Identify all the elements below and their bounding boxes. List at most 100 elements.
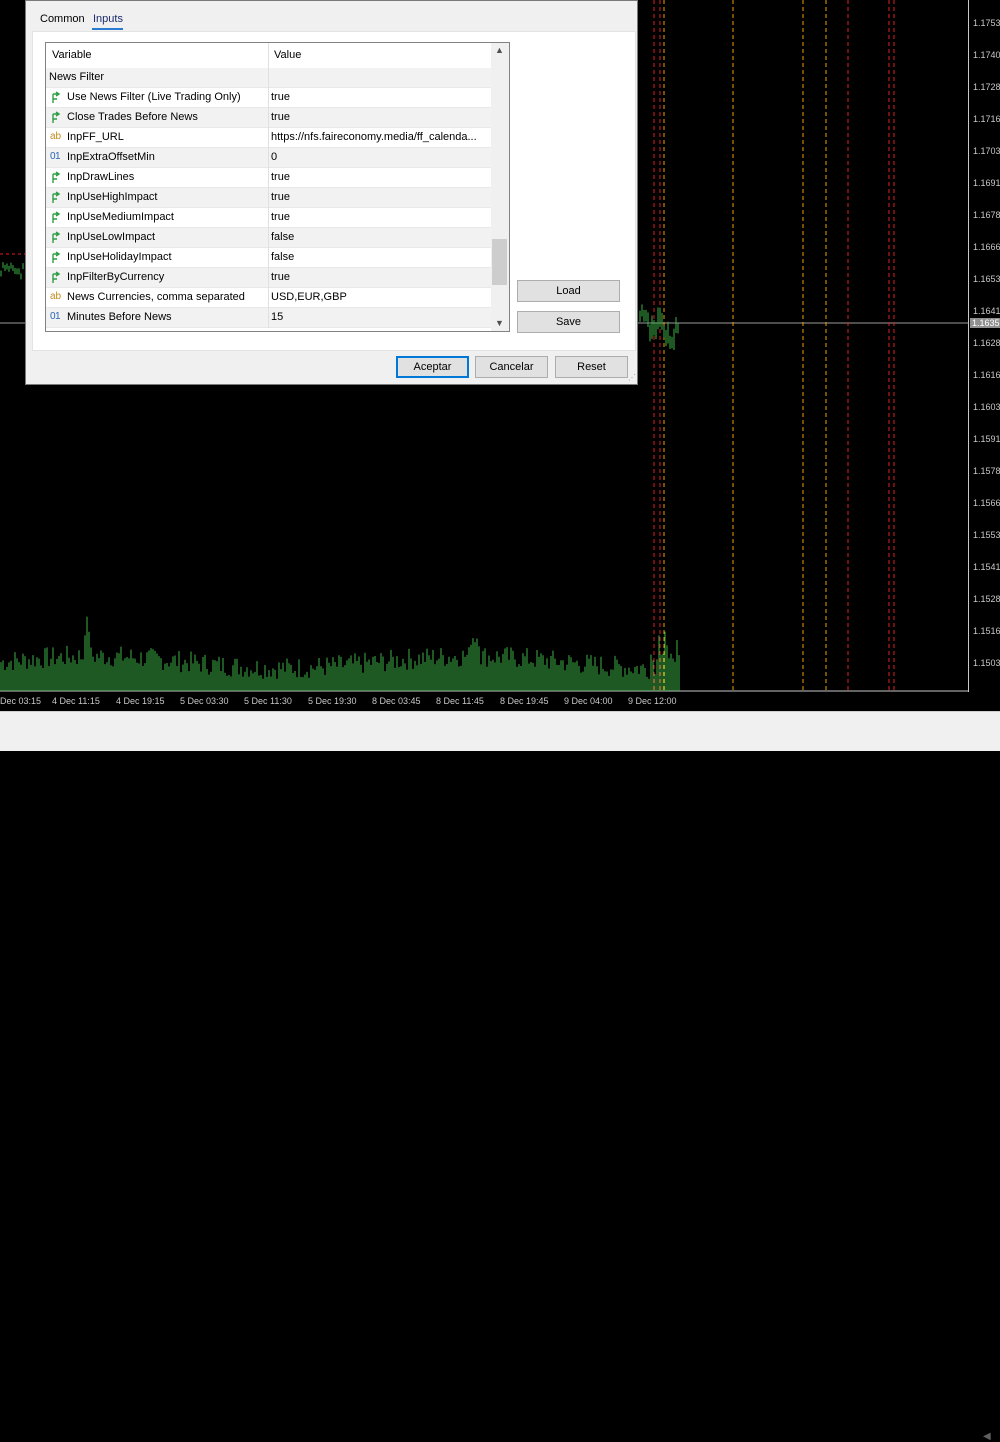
cell-divider — [268, 68, 269, 88]
variable-value[interactable]: false — [271, 251, 489, 263]
cell-divider — [268, 308, 269, 328]
price-tick-label: 1.1691 — [973, 178, 1000, 188]
grid-row[interactable]: Use News Filter (Live Trading Only) true — [46, 88, 491, 108]
ok-button[interactable]: Aceptar — [396, 356, 469, 378]
scroll-up-icon[interactable]: ▲ — [495, 45, 504, 55]
variable-value[interactable]: true — [271, 191, 489, 203]
grid-row[interactable]: InpUseHolidayImpact false — [46, 248, 491, 268]
inputs-dialog: Common Inputs Variable Value News Filter… — [25, 0, 638, 385]
cell-divider — [268, 248, 269, 268]
cell-divider — [268, 108, 269, 128]
variable-name: Use News Filter (Live Trading Only) — [67, 91, 241, 103]
price-tick-label: 1.1616 — [973, 370, 1000, 380]
bool-arrow-icon — [50, 191, 64, 204]
bool-arrow-icon — [50, 271, 64, 284]
scroll-down-icon[interactable]: ▼ — [495, 318, 504, 328]
grid-header: Variable Value — [46, 43, 491, 69]
grid-row[interactable]: InpFilterByCurrency true — [46, 268, 491, 288]
bool-arrow-icon — [50, 211, 64, 224]
01-int-icon: 01 — [50, 151, 61, 162]
variable-value[interactable]: true — [271, 271, 489, 283]
price-tick-label: 1.1666 — [973, 242, 1000, 252]
price-tick-label: 1.1753 — [973, 18, 1000, 28]
ab-string-icon: ab — [50, 291, 62, 302]
tab-inputs[interactable]: Inputs — [93, 13, 123, 25]
time-tick-label: 9 Dec 12:00 — [628, 696, 677, 706]
active-tab-indicator — [92, 28, 123, 30]
column-divider[interactable] — [268, 43, 269, 68]
cancel-button[interactable]: Cancelar — [475, 356, 548, 378]
price-tick-label: 1.1628 — [973, 338, 1000, 348]
grid-scrollbar[interactable]: ▲ ▼ — [491, 43, 509, 331]
time-tick-label: 8 Dec 11:45 — [436, 696, 484, 706]
price-tick-label: 1.1528 — [973, 594, 1000, 604]
price-tick-label: 1.1578 — [973, 466, 1000, 476]
time-tick-label: 4 Dec 19:15 — [116, 696, 165, 706]
column-header-variable[interactable]: Variable — [52, 49, 92, 61]
price-tick-label: 1.1591 — [973, 434, 1000, 444]
variable-value[interactable]: true — [271, 111, 489, 123]
tab-common[interactable]: Common — [40, 13, 85, 25]
cell-divider — [268, 88, 269, 108]
cell-divider — [268, 228, 269, 248]
variable-name: Minutes Before News — [67, 311, 172, 323]
cell-divider — [268, 208, 269, 228]
variable-name: InpFilterByCurrency — [67, 271, 165, 283]
save-button[interactable]: Save — [517, 311, 620, 333]
grid-row[interactable] — [46, 328, 491, 331]
grid-row[interactable]: Close Trades Before News true — [46, 108, 491, 128]
resize-grip-icon[interactable]: ⋰ — [628, 373, 636, 382]
grid-row[interactable]: InpDrawLines true — [46, 168, 491, 188]
load-button[interactable]: Load — [517, 280, 620, 302]
variable-value[interactable]: 15 — [271, 311, 489, 323]
price-tick-label: 1.1728 — [973, 82, 1000, 92]
grid-group-row[interactable]: News Filter — [46, 68, 491, 88]
variable-name: InpFF_URL — [67, 131, 124, 143]
reset-button[interactable]: Reset — [555, 356, 628, 378]
variable-name: News Filter — [49, 71, 105, 83]
variable-name: InpUseHolidayImpact — [67, 251, 172, 263]
cell-divider — [268, 128, 269, 148]
variable-value[interactable]: true — [271, 91, 489, 103]
time-tick-label: 8 Dec 19:45 — [500, 696, 549, 706]
variable-name: InpUseLowImpact — [67, 231, 156, 243]
time-tick-label: Dec 03:15 — [0, 696, 42, 706]
ab-string-icon: ab — [50, 131, 62, 142]
grid-row[interactable]: 01 InpExtraOffsetMin 0 — [46, 148, 491, 168]
bool-arrow-icon — [50, 111, 64, 124]
grid-row[interactable]: InpUseMediumImpact true — [46, 208, 491, 228]
grid-row[interactable]: ab News Currencies, comma separated USD,EU… — [46, 288, 491, 308]
variable-value[interactable]: false — [271, 231, 489, 243]
grid-row[interactable]: InpUseHighImpact true — [46, 188, 491, 208]
scroll-left-icon[interactable]: ◀ — [983, 1431, 991, 1442]
variable-value[interactable]: 0 — [271, 151, 489, 163]
price-tick-label: 1.1653 — [973, 274, 1000, 284]
time-tick-label: 9 Dec 04:00 — [564, 696, 613, 706]
grid-row[interactable]: InpUseLowImpact false — [46, 228, 491, 248]
price-tick-label: 1.1503 — [973, 658, 1000, 668]
scrollbar-thumb[interactable] — [492, 239, 507, 285]
variable-name: InpUseMediumImpact — [67, 211, 174, 223]
01-int-icon: 01 — [50, 311, 61, 322]
time-tick-label: 5 Dec 19:30 — [308, 696, 357, 706]
variable-value[interactable]: true — [271, 211, 489, 223]
grid-row[interactable]: ab InpFF_URL https://nfs.faireconomy.media… — [46, 128, 491, 148]
variable-name: News Currencies, comma separated — [67, 291, 245, 303]
variable-name: InpDrawLines — [67, 171, 135, 183]
price-tick-label: 1.1516 — [973, 626, 1000, 636]
price-tick-label: 1.1740 — [973, 50, 1000, 60]
status-bar: ◀ — [0, 711, 1000, 1442]
variable-value[interactable]: USD,EUR,GBP — [271, 291, 489, 303]
time-tick-label: 5 Dec 03:30 — [180, 696, 229, 706]
variable-value[interactable]: true — [271, 171, 489, 183]
price-tick-label: 1.1541 — [973, 562, 1000, 572]
variable-name: InpUseHighImpact — [67, 191, 158, 203]
column-header-value[interactable]: Value — [274, 49, 301, 61]
grid-row[interactable]: 01 Minutes Before News 15 — [46, 308, 491, 328]
variable-value[interactable]: https://nfs.faireconomy.media/ff_calenda… — [271, 131, 489, 143]
cell-divider — [268, 288, 269, 308]
cell-divider — [268, 168, 269, 188]
cell-divider — [268, 188, 269, 208]
price-tick-label: 1.1603 — [973, 402, 1000, 412]
bool-arrow-icon — [50, 91, 64, 104]
